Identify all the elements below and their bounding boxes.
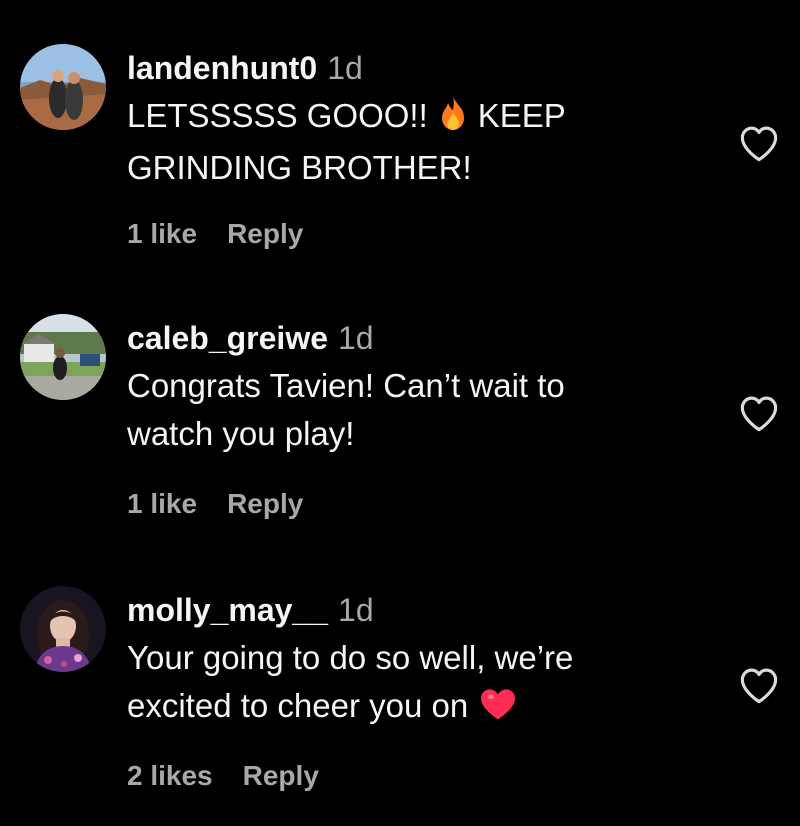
reply-button[interactable]: Reply bbox=[227, 218, 303, 249]
timestamp: 1d bbox=[327, 50, 363, 86]
avatar[interactable] bbox=[20, 586, 106, 672]
avatar-image bbox=[20, 586, 106, 672]
comment-actions: 1 like Reply bbox=[127, 217, 303, 251]
comment-text-line1: LETSSSSS GOOO!! bbox=[127, 97, 428, 134]
comment-actions: 1 like Reply bbox=[127, 487, 303, 521]
comment-header: caleb_greiwe 1d bbox=[127, 318, 687, 358]
fire-icon bbox=[438, 95, 468, 144]
username[interactable]: landenhunt0 bbox=[127, 50, 317, 86]
comment-header: molly_may__ 1d bbox=[127, 590, 687, 630]
red-heart-icon bbox=[478, 686, 518, 734]
avatar[interactable] bbox=[20, 44, 106, 130]
comment-text-line2: excited to cheer you on bbox=[127, 687, 469, 724]
comment-text-line2: watch you play! bbox=[127, 415, 355, 452]
timestamp: 1d bbox=[338, 592, 374, 628]
comment-text-line1-after: KEEP bbox=[477, 97, 566, 134]
comment-text-line1: Congrats Tavien! Can’t wait to bbox=[127, 367, 565, 404]
reply-button[interactable]: Reply bbox=[243, 760, 319, 791]
timestamp: 1d bbox=[338, 320, 374, 356]
comment-text: Your going to do so well, we’re excited … bbox=[127, 634, 687, 734]
avatar-image bbox=[20, 44, 106, 130]
comment-text-line1: Your going to do so well, we’re bbox=[127, 639, 574, 676]
username[interactable]: caleb_greiwe bbox=[127, 320, 328, 356]
avatar[interactable] bbox=[20, 314, 106, 400]
like-heart-icon[interactable] bbox=[738, 393, 780, 433]
comment-header: landenhunt0 1d bbox=[127, 48, 687, 88]
comment-text: LETSSSSS GOOO!! KEEP GRINDING BROTHER! bbox=[127, 92, 687, 192]
avatar-image bbox=[20, 314, 106, 400]
comment-actions: 2 likes Reply bbox=[127, 759, 319, 793]
comment-text-line2: GRINDING BROTHER! bbox=[127, 149, 472, 186]
like-heart-icon[interactable] bbox=[738, 123, 780, 163]
like-heart-icon[interactable] bbox=[738, 665, 780, 705]
username[interactable]: molly_may__ bbox=[127, 592, 328, 628]
like-count[interactable]: 1 like bbox=[127, 218, 197, 249]
like-count[interactable]: 2 likes bbox=[127, 760, 213, 791]
like-count[interactable]: 1 like bbox=[127, 488, 197, 519]
reply-button[interactable]: Reply bbox=[227, 488, 303, 519]
comment-text: Congrats Tavien! Can’t wait to watch you… bbox=[127, 362, 687, 458]
